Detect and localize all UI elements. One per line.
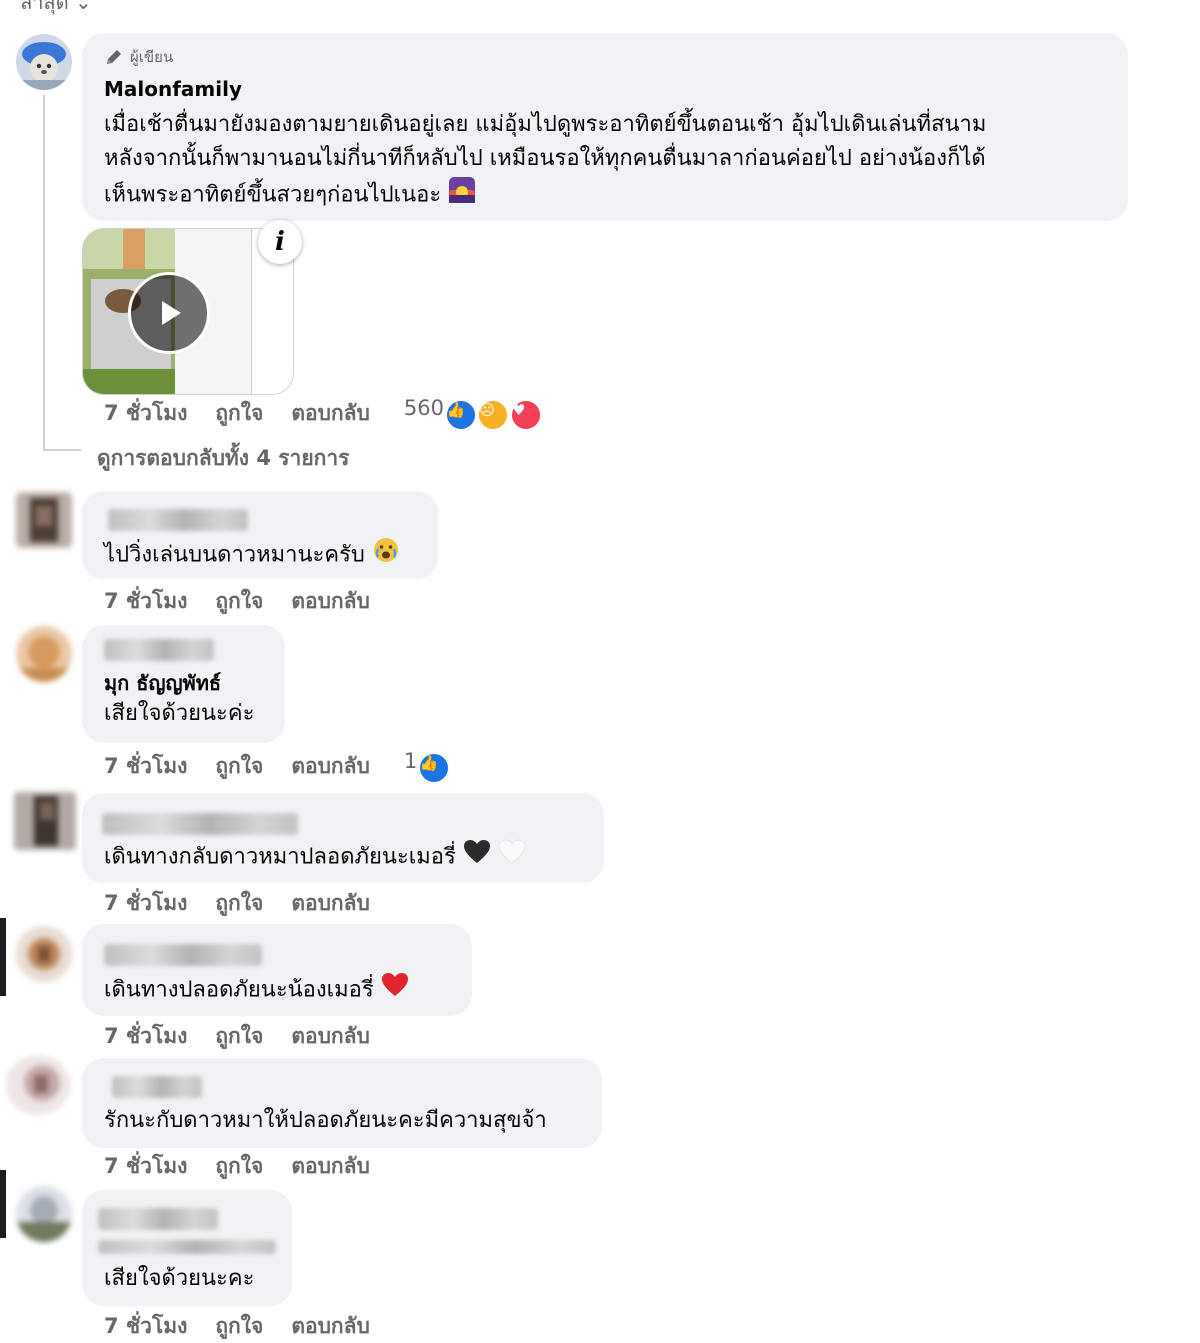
blurred-commenter-name bbox=[104, 944, 262, 966]
avatar[interactable] bbox=[16, 626, 72, 682]
comment-text: เดินทางกลับดาวหมาปลอดภัยนะเมอรี่ bbox=[104, 839, 526, 876]
reply-link[interactable]: ตอบกลับ bbox=[291, 1150, 370, 1183]
thread-line-branch bbox=[43, 449, 81, 451]
reply-link[interactable]: ตอบกลับ bbox=[291, 750, 370, 783]
like-link[interactable]: ถูกใจ bbox=[215, 1150, 263, 1183]
blurred-commenter-name bbox=[98, 1208, 218, 1230]
blurred-commenter-name bbox=[108, 509, 248, 531]
play-button[interactable] bbox=[128, 272, 210, 354]
reply-link[interactable]: ตอบกลับ bbox=[291, 1020, 370, 1053]
blurred-tag bbox=[98, 1240, 276, 1254]
avatar-author[interactable] bbox=[16, 34, 72, 90]
like-reaction-icon: 👍 bbox=[417, 752, 450, 784]
avatar[interactable] bbox=[16, 1186, 72, 1242]
like-link[interactable]: ถูกใจ bbox=[215, 1310, 263, 1343]
sort-header-partial[interactable]: ล่าสุด ⌄ bbox=[20, 0, 92, 18]
like-link[interactable]: ถูกใจ bbox=[215, 750, 263, 783]
reply-link[interactable]: ตอบกลับ bbox=[291, 1310, 370, 1343]
author-badge-label: ผู้เขียน bbox=[130, 48, 174, 66]
like-link[interactable]: ถูกใจ bbox=[215, 887, 263, 920]
red-heart-icon bbox=[381, 972, 409, 1009]
comment-bubble-author: ผู้เขียน Malonfamily เมื่อเช้าตื่นมายังม… bbox=[82, 33, 1128, 221]
comment-bubble: เสียใจด้วยนะคะ bbox=[82, 1190, 292, 1306]
sunrise-emoji-icon bbox=[448, 176, 476, 215]
avatar[interactable] bbox=[16, 492, 72, 548]
avatar[interactable] bbox=[16, 926, 72, 982]
info-button[interactable]: i bbox=[258, 220, 302, 264]
reaction-count: 1 bbox=[403, 749, 418, 773]
tagged-name[interactable]: มุก ธัญญพัทธ์ bbox=[104, 667, 221, 699]
comment-line: เห็นพระอาทิตย์ขึ้นสวยๆก่อนไปเนอะ bbox=[104, 176, 1114, 215]
like-link[interactable]: ถูกใจ bbox=[215, 1020, 263, 1053]
edge-marker bbox=[0, 1170, 6, 1238]
info-icon: i bbox=[275, 227, 285, 257]
like-link[interactable]: ถูกใจ bbox=[215, 585, 263, 618]
comment-meta: 7 ชั่วโมง ถูกใจ ตอบกลับ bbox=[104, 585, 370, 618]
comment-bubble: เดินทางปลอดภัยนะน้องเมอรี่ bbox=[82, 924, 472, 1016]
reaction-summary[interactable]: 560 👍 ☹ ♥ bbox=[404, 396, 542, 431]
like-reaction-icon: 👍 bbox=[444, 399, 477, 431]
blurred-commenter-name bbox=[112, 1076, 202, 1098]
comment-time[interactable]: 7 ชั่วโมง bbox=[104, 397, 187, 430]
like-link[interactable]: ถูกใจ bbox=[215, 397, 263, 430]
comment-meta: 7 ชั่วโมง ถูกใจ ตอบกลับ bbox=[104, 1150, 370, 1183]
white-heart-icon bbox=[498, 839, 526, 876]
sad-reaction-icon: ☹ bbox=[477, 399, 510, 431]
blurred-tag bbox=[104, 639, 214, 661]
black-heart-icon bbox=[463, 839, 491, 876]
comment-line: เมื่อเช้าตื่นมายังมองตามยายเดินอยู่เลย แ… bbox=[104, 112, 987, 137]
comment-time[interactable]: 7 ชั่วโมง bbox=[104, 1020, 187, 1053]
comment-meta: 7 ชั่วโมง ถูกใจ ตอบกลับ bbox=[104, 1310, 370, 1343]
avatar[interactable] bbox=[14, 792, 76, 850]
comment-text: เดินทางปลอดภัยนะน้องเมอรี่ bbox=[104, 972, 409, 1009]
thread-line bbox=[43, 95, 45, 451]
comment-text: รักนะกับดาวหมาให้ปลอดภัยนะคะมีความสุขจ้า bbox=[104, 1108, 547, 1133]
comment-text: เสียใจด้วยนะค่ะ bbox=[104, 701, 255, 726]
blurred-commenter-name bbox=[102, 813, 298, 835]
comment-bubble: มุก ธัญญพัทธ์ เสียใจด้วยนะค่ะ bbox=[82, 625, 285, 743]
reply-link[interactable]: ตอบกลับ bbox=[291, 887, 370, 920]
avatar[interactable] bbox=[6, 1055, 70, 1115]
commenter-name[interactable]: Malonfamily bbox=[104, 77, 242, 101]
comment-meta: 7 ชั่วโมง ถูกใจ ตอบกลับ 1 👍 bbox=[104, 749, 450, 784]
comment-time[interactable]: 7 ชั่วโมง bbox=[104, 585, 187, 618]
edge-marker bbox=[0, 918, 6, 996]
comment-meta: 7 ชั่วโมง ถูกใจ ตอบกลับ bbox=[104, 1020, 370, 1053]
comment-text: ไปวิ่งเล่นบนดาวหมานะครับ bbox=[104, 536, 400, 575]
comment-meta: 7 ชั่วโมง ถูกใจ ตอบกลับ bbox=[104, 887, 370, 920]
love-reaction-icon: ♥ bbox=[510, 399, 542, 431]
comment-line: หลังจากนั้นก็พามานอนไม่กี่นาทีก็หลับไป เ… bbox=[104, 146, 986, 171]
play-icon bbox=[162, 301, 181, 325]
author-badge: ผู้เขียน bbox=[104, 45, 173, 69]
sort-label: ล่าสุด bbox=[20, 0, 69, 14]
comment-meta: 7 ชั่วโมง ถูกใจ ตอบกลับ 560 👍 ☹ ♥ bbox=[104, 396, 542, 431]
comment-time[interactable]: 7 ชั่วโมง bbox=[104, 1150, 187, 1183]
comment-time[interactable]: 7 ชั่วโมง bbox=[104, 887, 187, 920]
comment-time[interactable]: 7 ชั่วโมง bbox=[104, 750, 187, 783]
pencil-icon bbox=[107, 50, 121, 64]
reply-link[interactable]: ตอบกลับ bbox=[291, 397, 370, 430]
comment-bubble: รักนะกับดาวหมาให้ปลอดภัยนะคะมีความสุขจ้า bbox=[82, 1058, 602, 1148]
crying-emoji-icon bbox=[372, 536, 400, 575]
reply-link[interactable]: ตอบกลับ bbox=[291, 585, 370, 618]
comment-text: เสียใจด้วยนะคะ bbox=[104, 1266, 255, 1291]
comment-text: เมื่อเช้าตื่นมายังมองตามยายเดินอยู่เลย แ… bbox=[104, 108, 1114, 215]
comment-time[interactable]: 7 ชั่วโมง bbox=[104, 1310, 187, 1343]
reaction-count: 560 bbox=[403, 396, 444, 420]
comment-bubble: เดินทางกลับดาวหมาปลอดภัยนะเมอรี่ bbox=[82, 793, 604, 883]
comment-bubble: ไปวิ่งเล่นบนดาวหมานะครับ bbox=[82, 491, 438, 579]
see-all-replies-link[interactable]: ดูการตอบกลับทั้ง 4 รายการ bbox=[97, 442, 349, 475]
reaction-summary[interactable]: 1 👍 bbox=[404, 749, 450, 784]
